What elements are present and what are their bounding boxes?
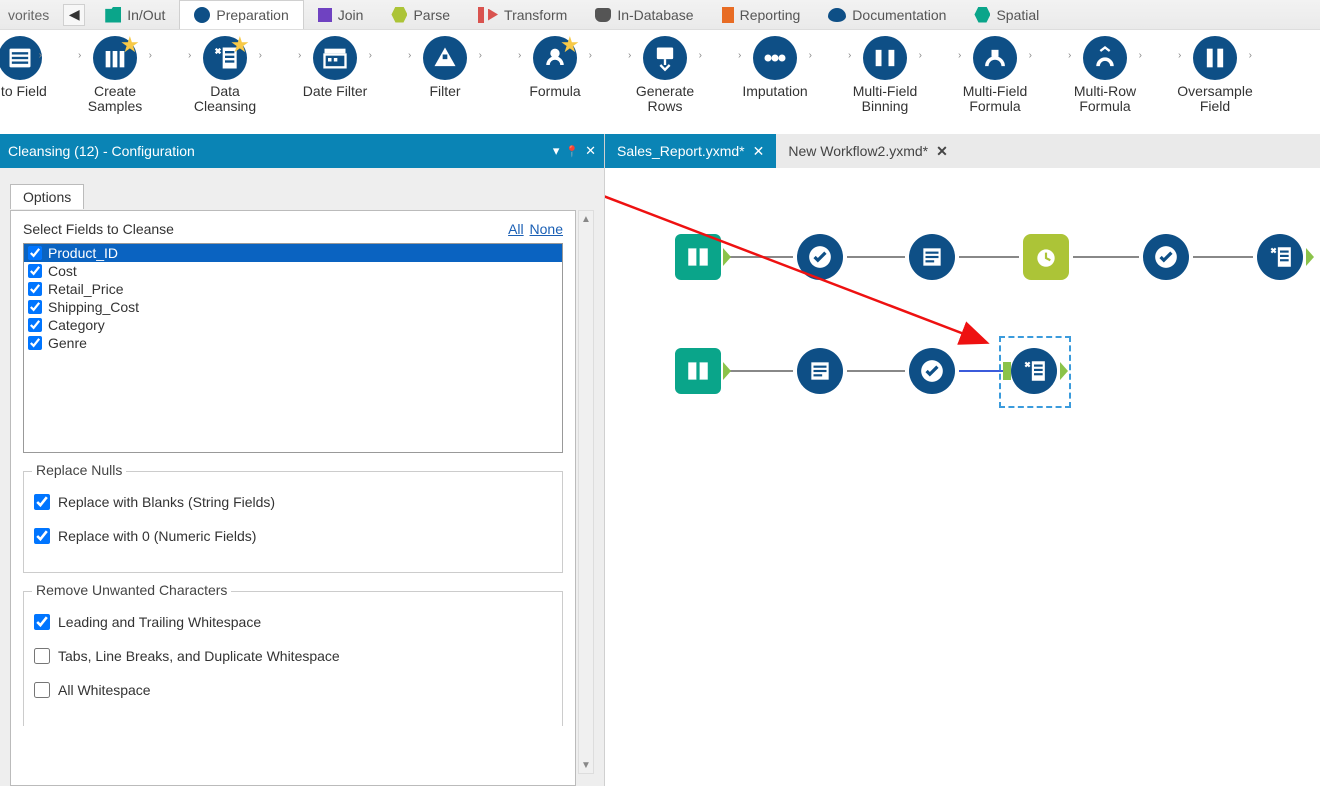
favorite-star-icon: ★ xyxy=(120,32,140,58)
field-checkbox[interactable] xyxy=(28,264,42,278)
remove-chars-group: Remove Unwanted Characters Leading and T… xyxy=(23,591,563,726)
field-list[interactable]: Product_ID Cost Retail_Price Shipping_Co… xyxy=(23,243,563,453)
flag-icon xyxy=(478,7,484,23)
tool-create-samples[interactable]: ››★Create Samples xyxy=(60,30,170,134)
square-icon xyxy=(318,8,332,22)
category-tab-spatial[interactable]: Spatial xyxy=(960,0,1053,29)
tool-palette: ››uto Field ››★Create Samples ››★Data Cl… xyxy=(0,30,1320,134)
dropdown-icon[interactable]: ▾ xyxy=(553,143,560,159)
field-row[interactable]: Retail_Price xyxy=(24,280,562,298)
category-tab-transform[interactable]: Transform xyxy=(464,0,581,29)
close-icon[interactable]: ✕ xyxy=(753,143,765,160)
tool-multifield-binning[interactable]: ››Multi-Field Binning xyxy=(830,30,940,134)
scroll-down-icon[interactable]: ▼ xyxy=(579,757,593,773)
favorite-star-icon: ★ xyxy=(560,32,580,58)
config-panel-title-bar: Cleansing (12) - Configuration ▾ 📍 ✕ xyxy=(0,134,604,168)
chevron-left-icon: ◀ xyxy=(69,6,80,23)
category-bar: vorites ◀ In/Out Preparation Join Parse … xyxy=(0,0,1320,30)
fields-header: Select Fields to Cleanse xyxy=(23,221,174,237)
pin-icon[interactable]: 📍 xyxy=(565,145,579,158)
canvas-panel: Sales_Report.yxmd* ✕ New Workflow2.yxmd*… xyxy=(605,134,1320,786)
options-tab[interactable]: Options xyxy=(10,184,84,209)
replace-blanks-checkbox[interactable]: Replace with Blanks (String Fields) xyxy=(34,494,552,510)
config-panel: Cleansing (12) - Configuration ▾ 📍 ✕ Opt… xyxy=(0,134,605,786)
tool-oversample-field[interactable]: ››Oversample Field xyxy=(1160,30,1270,134)
favorite-star-icon: ★ xyxy=(230,32,250,58)
database-icon xyxy=(595,8,611,22)
field-row[interactable]: Genre xyxy=(24,334,562,352)
folder-icon xyxy=(105,7,121,23)
trim-whitespace-checkbox[interactable]: Leading and Trailing Whitespace xyxy=(34,614,552,630)
select-none-link[interactable]: None xyxy=(530,221,563,237)
canvas-node-select2[interactable] xyxy=(1143,234,1189,280)
binning-icon xyxy=(863,36,907,80)
field-checkbox[interactable] xyxy=(28,246,42,260)
speech-icon xyxy=(828,8,846,22)
tool-generate-rows[interactable]: ››Generate Rows xyxy=(610,30,720,134)
date-filter-icon xyxy=(313,36,357,80)
workflow-canvas[interactable] xyxy=(605,168,1320,786)
tool-filter[interactable]: ››Filter xyxy=(390,30,500,134)
field-row[interactable]: Category xyxy=(24,316,562,334)
category-tab-join[interactable]: Join xyxy=(304,0,378,29)
field-checkbox[interactable] xyxy=(28,336,42,350)
canvas-tab-sales-report[interactable]: Sales_Report.yxmd* ✕ xyxy=(605,134,776,168)
category-nav-left[interactable]: ◀ xyxy=(63,4,85,26)
tool-imputation[interactable]: ››Imputation xyxy=(720,30,830,134)
all-whitespace-checkbox[interactable]: All Whitespace xyxy=(34,682,552,698)
canvas-node-browse2[interactable] xyxy=(797,348,843,394)
multi-row-icon xyxy=(1083,36,1127,80)
config-panel-title: Cleansing (12) - Configuration xyxy=(8,143,195,159)
close-icon[interactable]: ✕ xyxy=(936,143,948,160)
field-checkbox[interactable] xyxy=(28,282,42,296)
scroll-up-icon[interactable]: ▲ xyxy=(579,211,593,227)
options-body: Select Fields to Cleanse All None Produc… xyxy=(10,210,576,786)
canvas-node-cleanse[interactable] xyxy=(1257,234,1303,280)
hexagon-icon xyxy=(974,7,990,23)
canvas-node-browse[interactable] xyxy=(909,234,955,280)
filter-icon xyxy=(423,36,467,80)
tabs-linebreaks-checkbox[interactable]: Tabs, Line Breaks, and Duplicate Whitesp… xyxy=(34,648,552,664)
tool-multifield-formula[interactable]: ››Multi-Field Formula xyxy=(940,30,1050,134)
tool-formula[interactable]: ››★Formula xyxy=(500,30,610,134)
favorites-label[interactable]: vorites xyxy=(0,7,57,23)
canvas-node-input[interactable] xyxy=(675,234,721,280)
canvas-node-input2[interactable] xyxy=(675,348,721,394)
category-tab-preparation[interactable]: Preparation xyxy=(179,0,303,29)
replace-nulls-group: Replace Nulls Replace with Blanks (Strin… xyxy=(23,471,563,573)
category-tab-indatabase[interactable]: In-Database xyxy=(581,0,707,29)
tool-date-filter[interactable]: ››Date Filter xyxy=(280,30,390,134)
tool-auto-field[interactable]: ››uto Field xyxy=(0,30,60,134)
auto-field-icon xyxy=(0,36,42,80)
category-tab-inout[interactable]: In/Out xyxy=(91,0,179,29)
category-tab-parse[interactable]: Parse xyxy=(377,0,464,29)
canvas-node-select[interactable] xyxy=(797,234,843,280)
tool-multirow-formula[interactable]: ››Multi-Row Formula xyxy=(1050,30,1160,134)
config-scrollbar[interactable]: ▲ ▼ xyxy=(578,210,594,774)
canvas-node-cleanse-selected[interactable] xyxy=(1011,348,1057,394)
replace-zero-checkbox[interactable]: Replace with 0 (Numeric Fields) xyxy=(34,528,552,544)
canvas-tab-bar: Sales_Report.yxmd* ✕ New Workflow2.yxmd*… xyxy=(605,134,1320,168)
oversample-icon xyxy=(1193,36,1237,80)
canvas-node-datetime[interactable] xyxy=(1023,234,1069,280)
canvas-node-select3[interactable] xyxy=(909,348,955,394)
multi-formula-icon xyxy=(973,36,1017,80)
category-tab-reporting[interactable]: Reporting xyxy=(708,0,815,29)
select-all-link[interactable]: All xyxy=(508,221,524,237)
field-row[interactable]: Shipping_Cost xyxy=(24,298,562,316)
hexagon-icon xyxy=(391,7,407,23)
circle-icon xyxy=(194,7,210,23)
tool-data-cleansing[interactable]: ››★Data Cleansing xyxy=(170,30,280,134)
field-row[interactable]: Product_ID xyxy=(24,244,562,262)
document-icon xyxy=(722,7,734,23)
close-icon[interactable]: ✕ xyxy=(585,143,596,159)
category-tab-documentation[interactable]: Documentation xyxy=(814,0,960,29)
field-checkbox[interactable] xyxy=(28,318,42,332)
imputation-icon xyxy=(753,36,797,80)
field-row[interactable]: Cost xyxy=(24,262,562,280)
canvas-tab-new-workflow[interactable]: New Workflow2.yxmd* ✕ xyxy=(776,134,960,168)
field-checkbox[interactable] xyxy=(28,300,42,314)
generate-rows-icon xyxy=(643,36,687,80)
